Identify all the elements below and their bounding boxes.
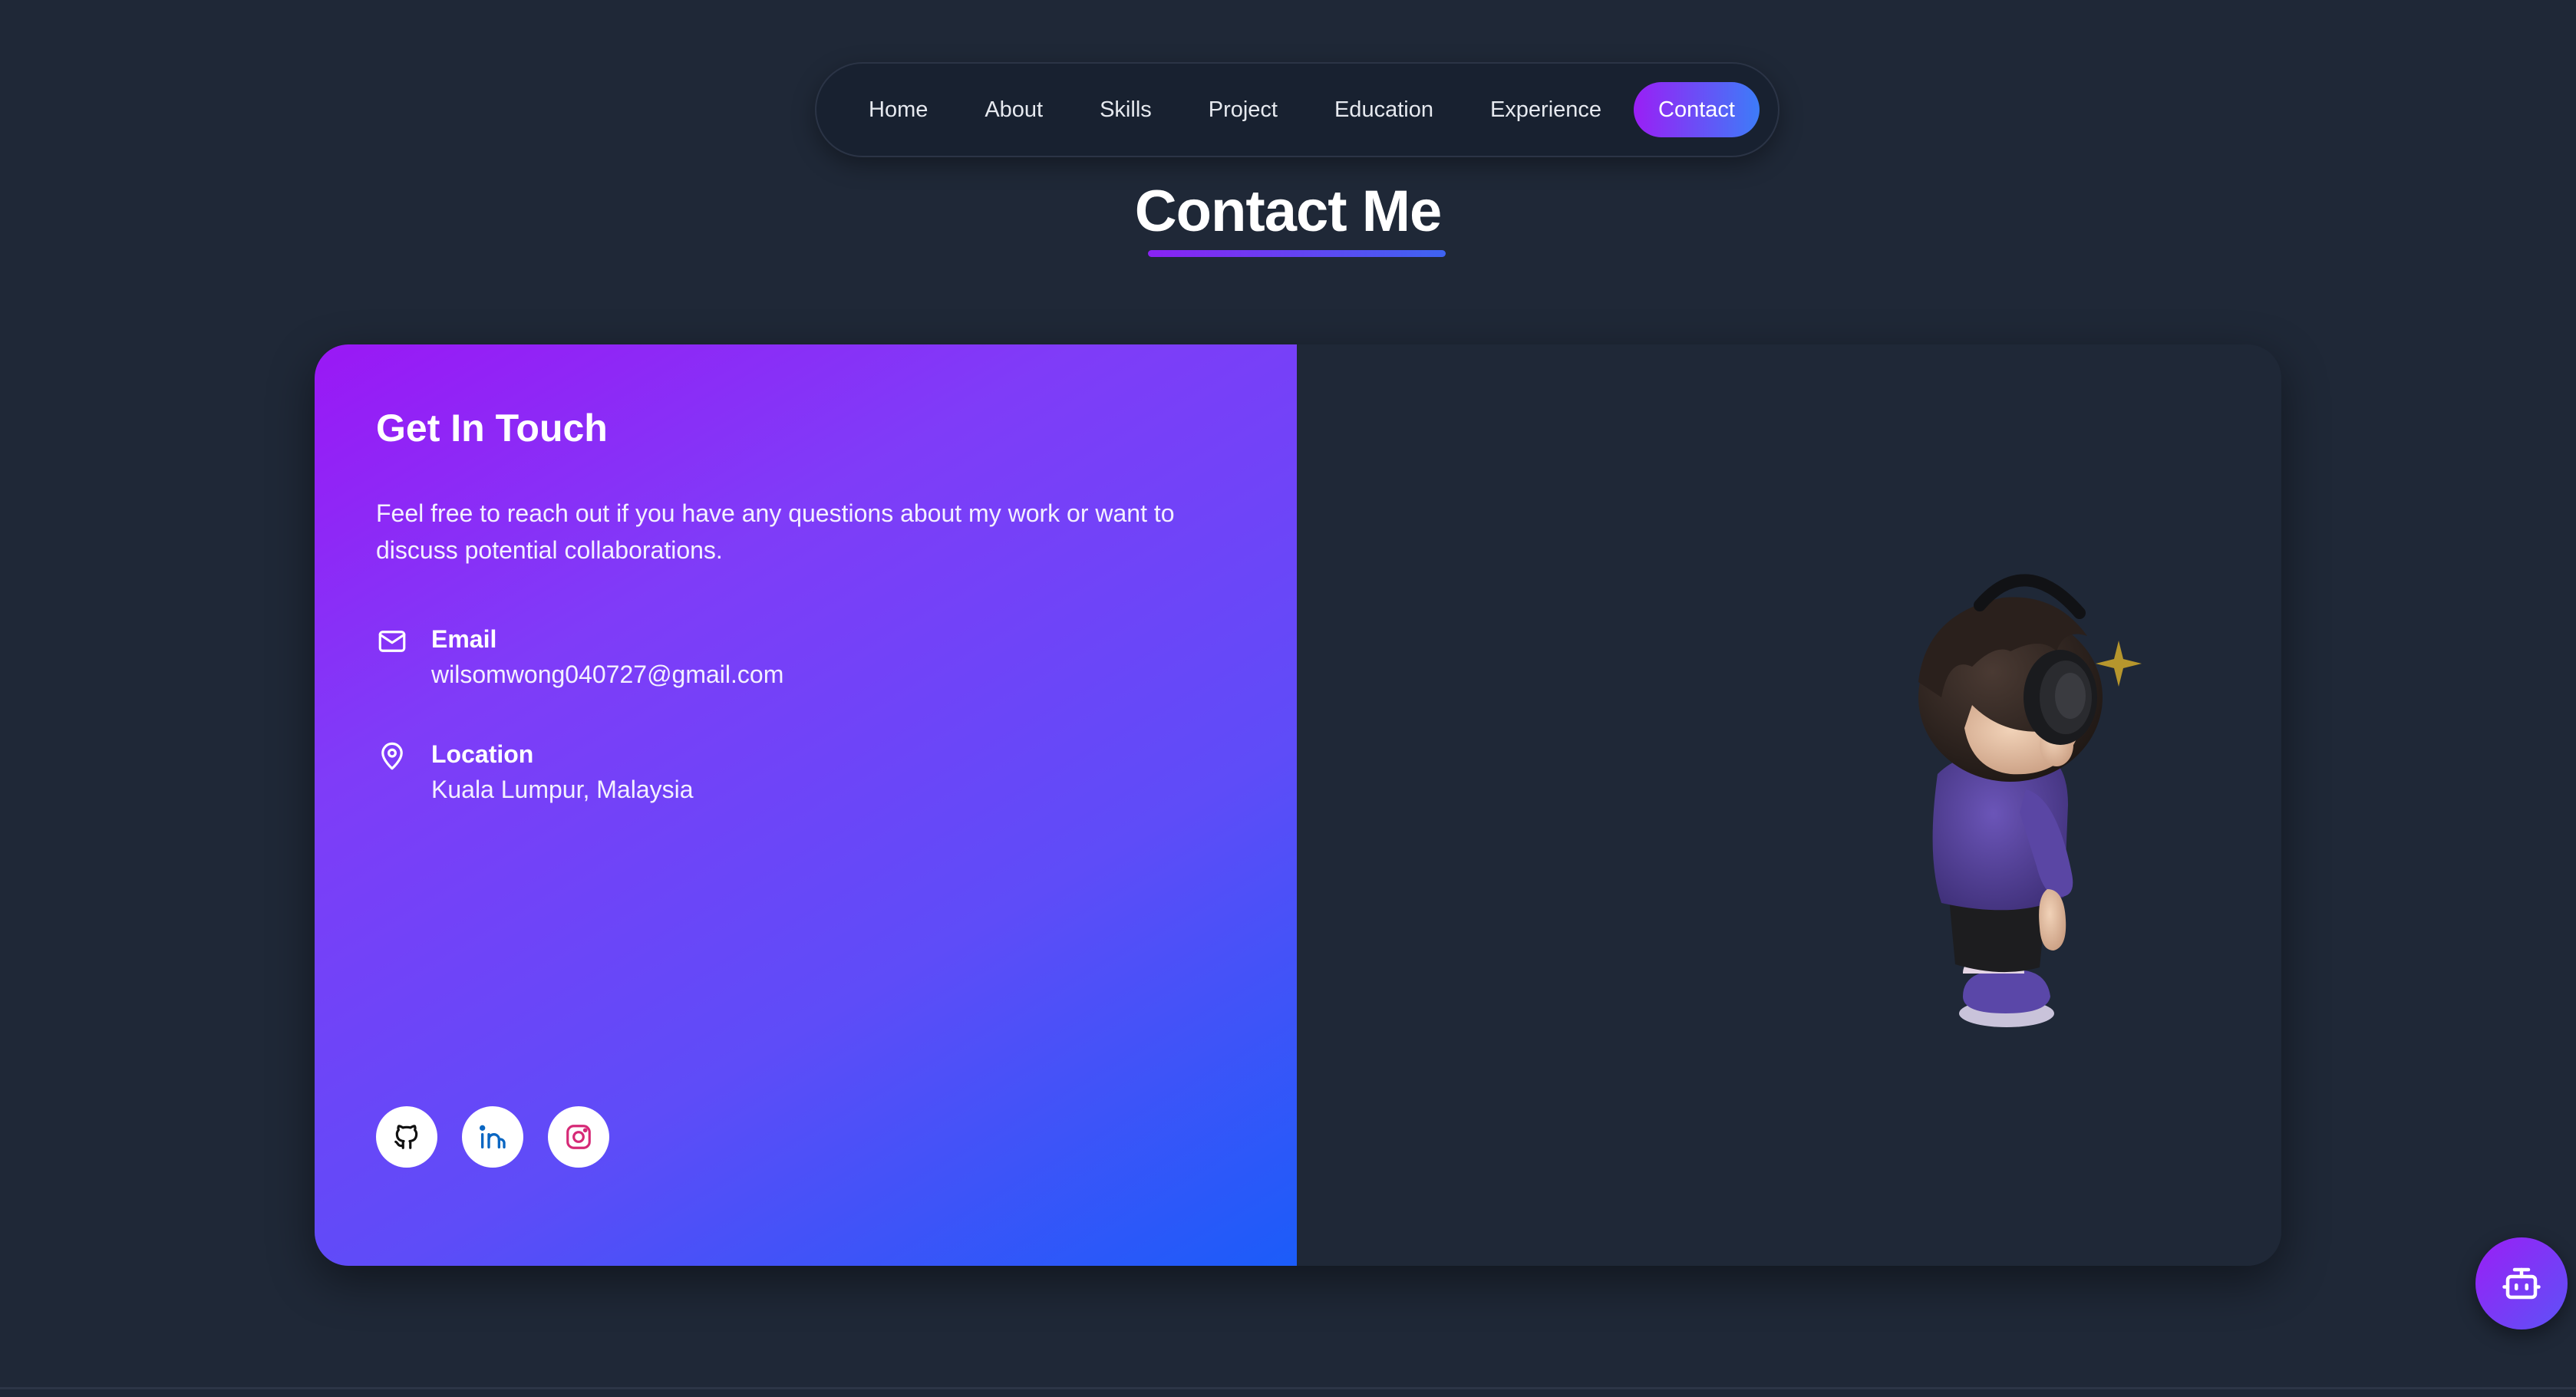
email-row: Email wilsomwong040727@gmail.com: [376, 622, 1235, 693]
page-title: Contact Me: [1134, 179, 1443, 244]
nav-contact[interactable]: Contact: [1634, 82, 1760, 137]
linkedin-link[interactable]: [462, 1106, 523, 1168]
email-label: Email: [431, 625, 497, 653]
instagram-link[interactable]: [548, 1106, 609, 1168]
nav-skills[interactable]: Skills: [1075, 82, 1176, 137]
map-pin-icon: [381, 742, 403, 770]
nav-project[interactable]: Project: [1184, 82, 1302, 137]
chatbot-button[interactable]: [2475, 1237, 2568, 1329]
contact-info-panel: Get In Touch Feel free to reach out if y…: [315, 344, 1297, 1266]
contact-description: Feel free to reach out if you have any q…: [376, 499, 1175, 564]
footer-divider: [0, 1387, 2576, 1389]
top-navigation: Home About Skills Project Education Expe…: [815, 62, 1779, 157]
nav-home[interactable]: Home: [844, 82, 952, 137]
get-in-touch-heading: Get In Touch: [376, 407, 608, 450]
email-value[interactable]: wilsomwong040727@gmail.com: [431, 656, 783, 693]
character-3d-avatar[interactable]: [1865, 544, 2187, 1050]
location-row: Location Kuala Lumpur, Malaysia: [376, 737, 1235, 808]
location-value: Kuala Lumpur, Malaysia: [431, 776, 694, 803]
nav-experience[interactable]: Experience: [1466, 82, 1626, 137]
title-underline: [1148, 250, 1446, 257]
github-link[interactable]: [376, 1106, 437, 1168]
contact-page: Home About Skills Project Education Expe…: [0, 0, 2576, 1397]
nav-education[interactable]: Education: [1310, 82, 1458, 137]
location-label: Location: [431, 740, 534, 768]
mail-icon: [378, 631, 406, 652]
robot-icon: [2502, 1267, 2541, 1300]
social-links: [376, 1106, 609, 1168]
nav-about[interactable]: About: [960, 82, 1067, 137]
contact-card: Get In Touch Feel free to reach out if y…: [315, 344, 2281, 1266]
avatar-panel: [1297, 344, 2281, 1266]
github-icon: [394, 1125, 418, 1149]
instagram-icon: [566, 1125, 591, 1149]
linkedin-icon: [479, 1125, 506, 1148]
